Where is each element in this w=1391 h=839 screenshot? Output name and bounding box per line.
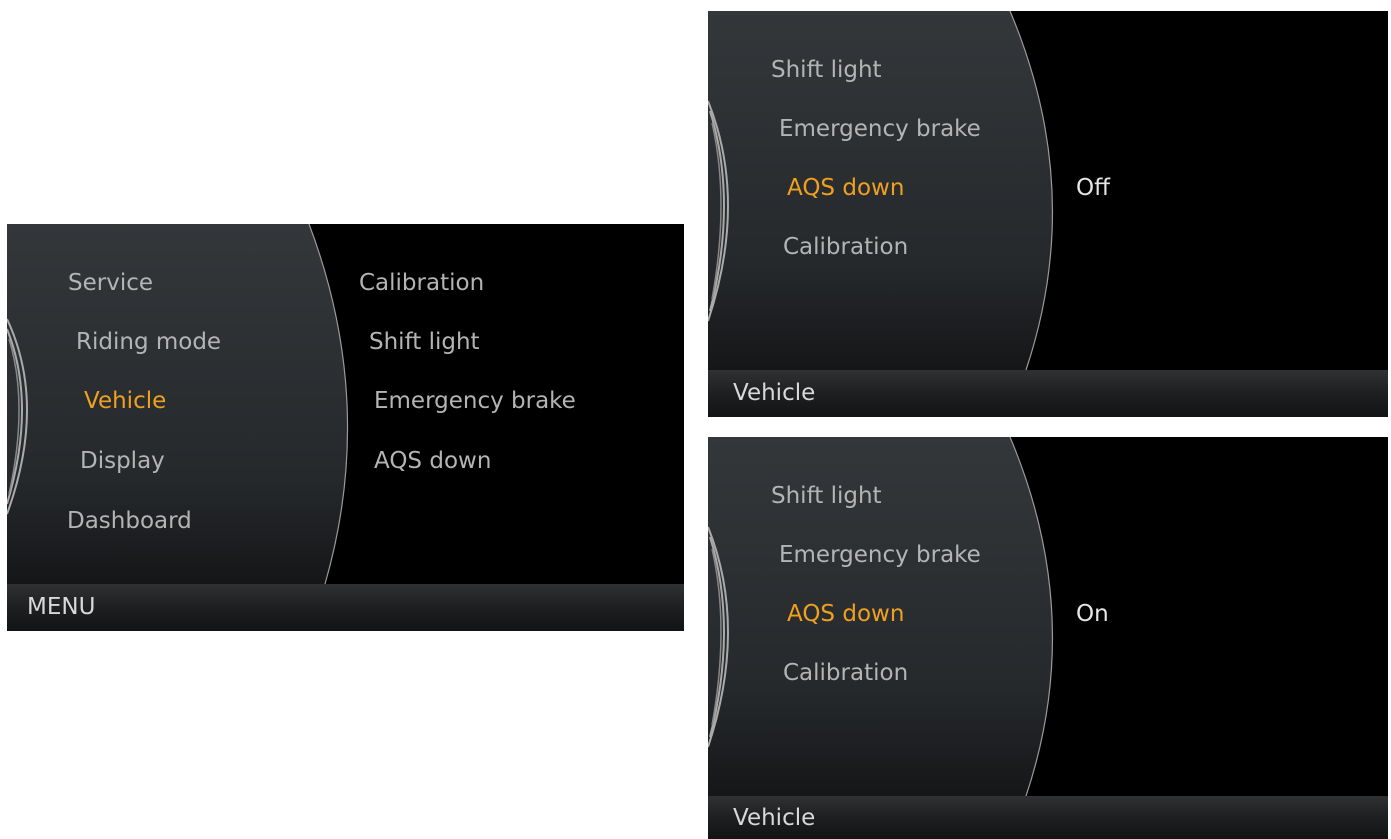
menu-item-calibration[interactable]: Calibration bbox=[783, 233, 908, 261]
menu-item-emergency-brake[interactable]: Emergency brake bbox=[779, 541, 981, 569]
menu-item-aqs-down[interactable]: AQS down bbox=[787, 174, 904, 202]
footer-bar: Vehicle bbox=[708, 796, 1388, 839]
footer-bar: MENU bbox=[7, 584, 684, 631]
footer-title: Vehicle bbox=[733, 380, 816, 406]
footer-title: Vehicle bbox=[733, 805, 816, 831]
submenu-item-shift-light[interactable]: Shift light bbox=[369, 328, 480, 356]
menu-item-display[interactable]: Display bbox=[80, 447, 165, 475]
footer-title: MENU bbox=[27, 594, 96, 620]
menu-item-vehicle[interactable]: Vehicle bbox=[84, 387, 166, 415]
submenu-item-calibration[interactable]: Calibration bbox=[359, 269, 484, 297]
menu-item-shift-light[interactable]: Shift light bbox=[771, 56, 882, 84]
aqs-on-screen: Shift light Emergency brake AQS down Cal… bbox=[708, 437, 1388, 839]
menu-item-emergency-brake[interactable]: Emergency brake bbox=[779, 115, 981, 143]
menu-item-shift-light[interactable]: Shift light bbox=[771, 482, 882, 510]
submenu-item-aqs-down[interactable]: AQS down bbox=[374, 447, 491, 475]
submenu-item-emergency-brake[interactable]: Emergency brake bbox=[374, 387, 576, 415]
menu-item-aqs-down[interactable]: AQS down bbox=[787, 600, 904, 628]
menu-item-service[interactable]: Service bbox=[68, 269, 153, 297]
menu-screen: Service Riding mode Vehicle Display Dash… bbox=[7, 224, 684, 631]
aqs-off-screen: Shift light Emergency brake AQS down Cal… bbox=[708, 11, 1388, 417]
menu-item-calibration[interactable]: Calibration bbox=[783, 659, 908, 687]
menu-item-dashboard[interactable]: Dashboard bbox=[67, 507, 192, 535]
footer-bar: Vehicle bbox=[708, 370, 1388, 417]
setting-value: Off bbox=[1076, 175, 1110, 201]
menu-item-riding-mode[interactable]: Riding mode bbox=[76, 328, 221, 356]
setting-value: On bbox=[1076, 601, 1109, 627]
